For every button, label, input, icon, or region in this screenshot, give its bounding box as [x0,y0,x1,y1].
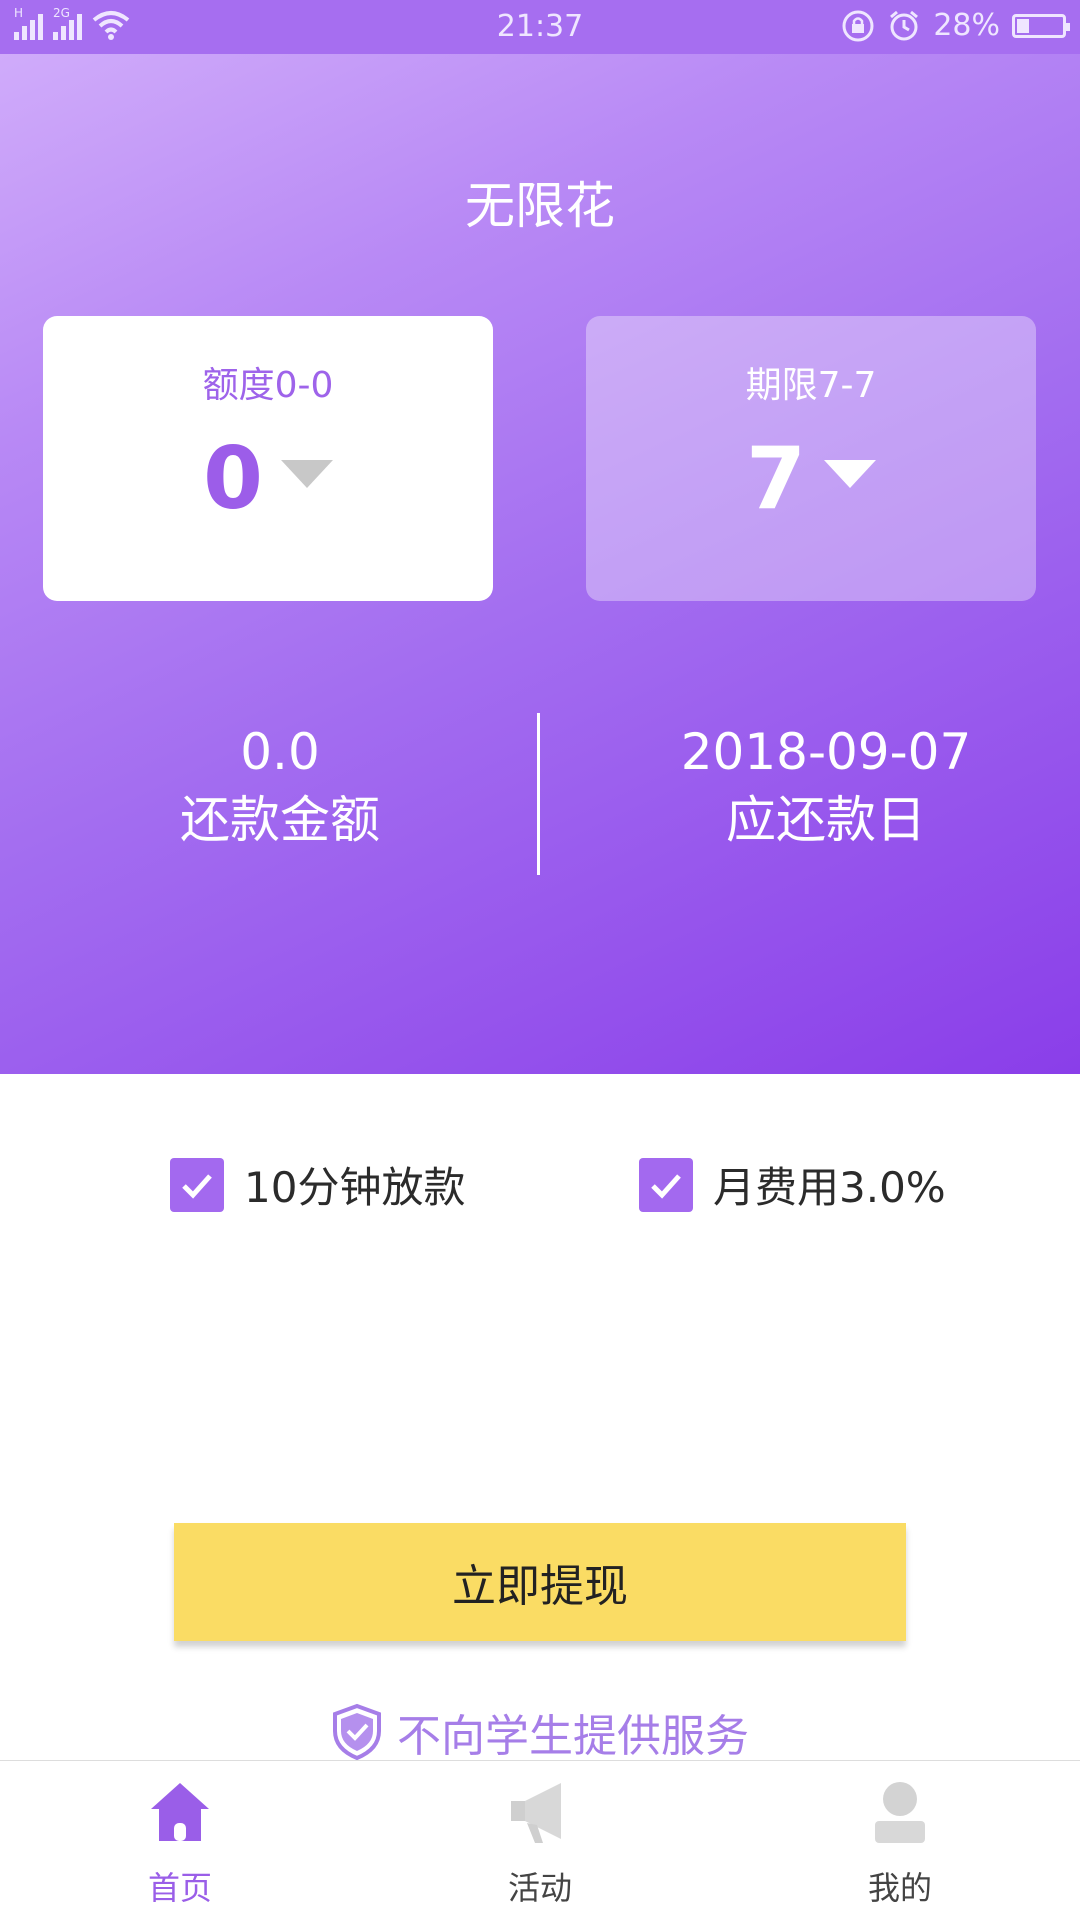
term-range-label: 期限7-7 [745,365,877,406]
rotation-lock-icon [842,10,874,41]
student-notice: 不向学生提供服务 [0,1700,1080,1764]
feature-label: 10分钟放款 [244,1163,466,1212]
megaphone-icon [511,1783,561,1843]
due-date-value: 2018-09-07 [680,723,972,781]
feature-monthly-fee[interactable]: 月费用3.0% [639,1154,946,1215]
amount-value: 0 [203,429,263,529]
stat-divider [537,713,540,875]
notice-text: 不向学生提供服务 [397,1711,749,1762]
home-icon [151,1783,209,1841]
checkbox-checked-icon[interactable] [639,1157,693,1212]
repay-amount-stat: 0.0 还款金额 [80,720,480,856]
dropdown-arrow-icon[interactable] [823,460,876,488]
user-icon [875,1782,925,1843]
term-selector[interactable]: 期限7-7 7 [586,316,1036,601]
tab-home[interactable]: 首页 [80,1779,280,1909]
tab-mine[interactable]: 我的 [800,1779,1000,1909]
repay-amount-label: 还款金额 [180,791,380,849]
due-date-label: 应还款日 [726,791,926,849]
status-right-group: 28% [841,8,1070,43]
feature-label: 月费用3.0% [713,1163,946,1212]
status-bar: H 2G 21:37 28% [0,0,1080,54]
withdraw-now-button[interactable]: 立即提现 [174,1523,906,1641]
amount-value-row: 0 [43,436,493,522]
battery-icon [1012,13,1070,38]
tab-label: 我的 [867,1869,932,1907]
tab-activity[interactable]: 活动 [440,1779,640,1909]
amount-selector[interactable]: 额度0-0 0 [43,316,493,601]
bottom-tab-bar: 首页 活动 我的 [0,1760,1080,1921]
tab-label: 首页 [147,1869,212,1907]
amount-range-label: 额度0-0 [202,365,334,406]
alarm-icon [890,10,919,40]
checkbox-checked-icon[interactable] [170,1157,224,1212]
page-title: 无限花 [465,177,615,235]
due-date-stat: 2018-09-07 应还款日 [626,720,1026,856]
shield-check-icon [333,1703,381,1761]
tab-label: 活动 [507,1869,572,1907]
feature-fast-loan[interactable]: 10分钟放款 [170,1154,465,1215]
battery-percent: 28% [933,8,1000,43]
repay-amount-value: 0.0 [240,723,320,781]
term-value-row: 7 [586,436,1036,522]
term-value: 7 [746,429,806,529]
dropdown-arrow-icon[interactable] [280,460,333,488]
